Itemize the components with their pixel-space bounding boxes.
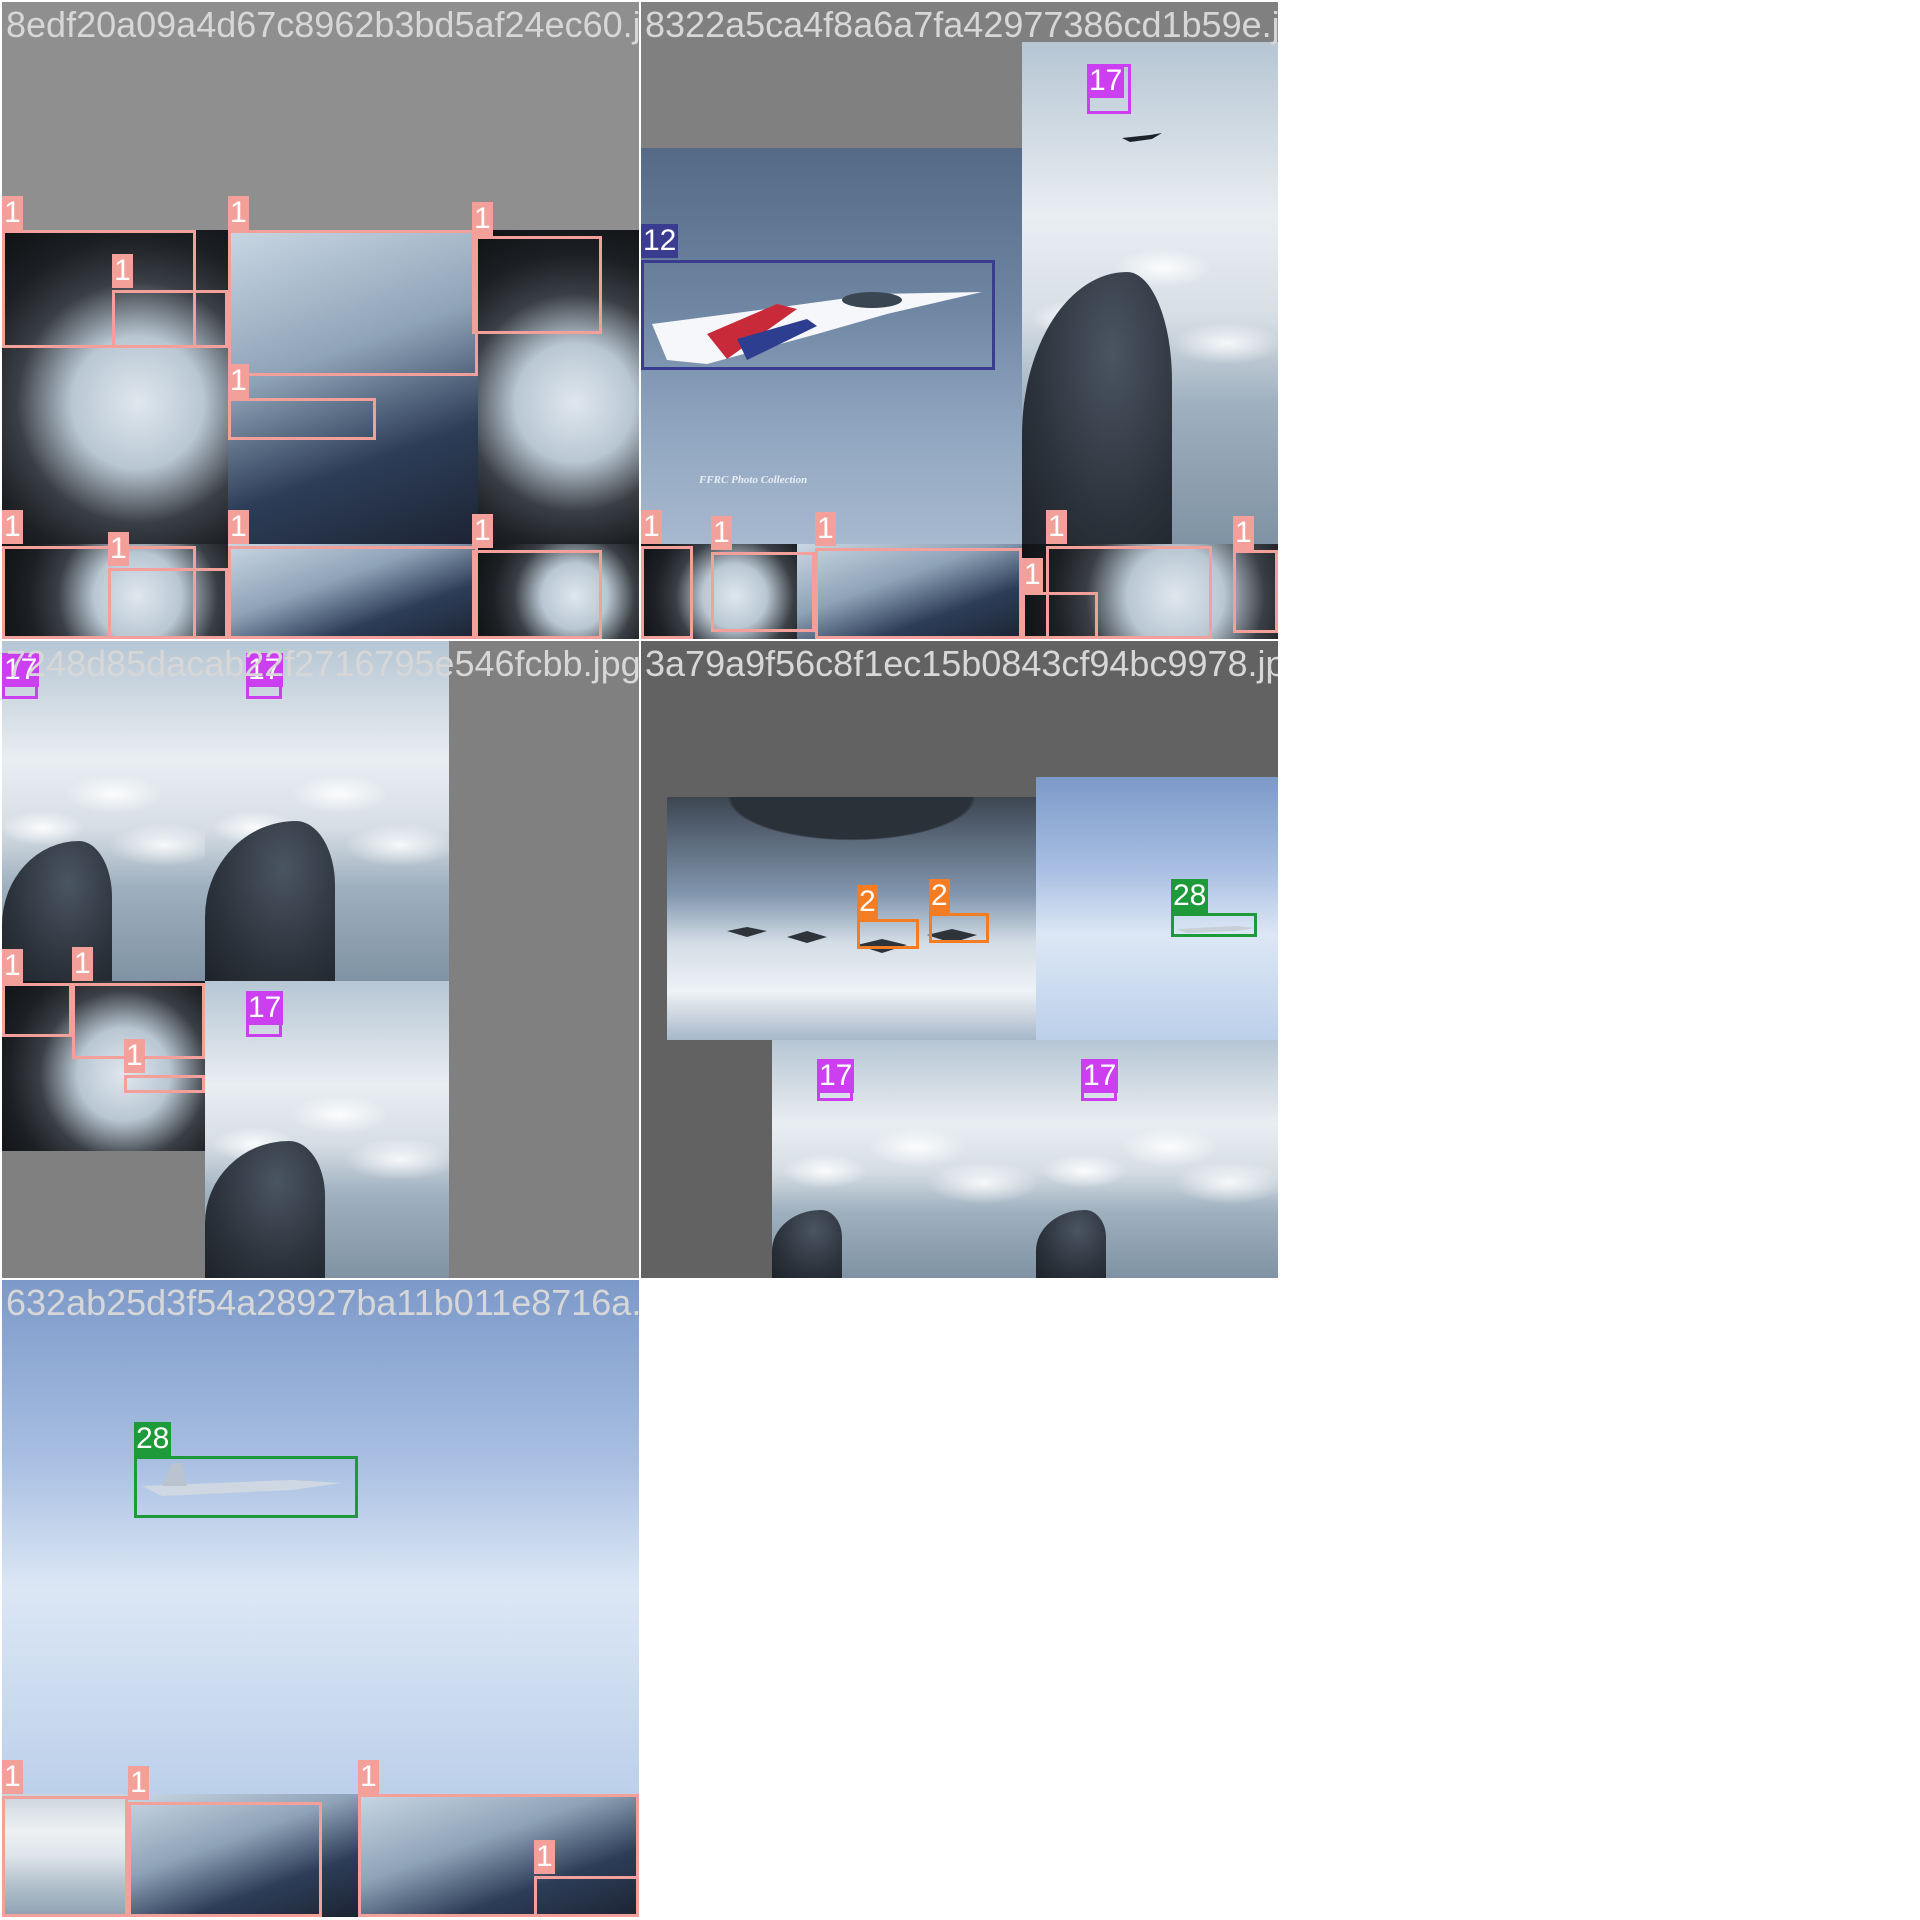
image-clouds-sea (205, 981, 449, 1278)
aircraft-dome (1036, 1210, 1106, 1278)
bbox-class-1 (124, 1075, 205, 1093)
image-clouds-sea (1022, 42, 1278, 544)
bbox-label: 1 (2, 1760, 23, 1794)
bbox-class-1 (711, 552, 815, 632)
bbox-class-2 (929, 913, 989, 943)
bbox-label: 17 (817, 1059, 855, 1093)
bbox-label: 1 (1233, 516, 1254, 550)
bbox-class-28 (134, 1456, 358, 1518)
bbox-class-1 (108, 568, 228, 639)
image-clouds-sea (205, 641, 449, 981)
bbox-class-2 (857, 919, 919, 949)
bbox-label: 1 (108, 532, 129, 566)
bbox-label: 2 (929, 879, 950, 913)
bbox-label: 1 (228, 510, 249, 544)
bbox-class-1 (2, 1796, 128, 1917)
bbox-class-1 (815, 548, 1022, 639)
bbox-label: 1 (2, 949, 23, 983)
bbox-label: 2 (857, 885, 878, 919)
aircraft-dome (205, 821, 335, 981)
bbox-class-1 (112, 290, 228, 348)
bbox-class-1 (1233, 550, 1278, 633)
tile-filename: 3a79a9f56c8f1ec15b0843cf94bc9978.jpg (645, 643, 1278, 684)
bbox-label: 28 (1171, 879, 1209, 913)
image-clouds-sea (1036, 1040, 1278, 1278)
bbox-label: 17 (1087, 64, 1125, 98)
aircraft-dome (205, 1141, 325, 1278)
bbox-label: 1 (1046, 510, 1067, 544)
tile-filename: 8322a5ca4f8a6a7fa42977386cd1b59e.jpg (645, 4, 1278, 45)
bbox-class-1 (641, 546, 693, 639)
image-bomber-sky-large (2, 1280, 639, 1794)
bbox-label: 28 (134, 1422, 172, 1456)
mosaic-tile-4: 632ab25d3f54a28927ba11b011e8716a.jpg 28 … (2, 1280, 639, 1917)
bbox-label: 1 (711, 516, 732, 550)
bbox-class-1 (228, 230, 478, 376)
bbox-label: 1 (2, 196, 23, 230)
bbox-label: 12 (641, 224, 679, 258)
bbox-label: 1 (534, 1840, 555, 1874)
bbox-label: 1 (2, 510, 23, 544)
bbox-class-1 (228, 398, 376, 440)
bbox-label: 17 (1081, 1059, 1119, 1093)
image-clouds-sea (772, 1040, 1036, 1278)
bbox-label: 1 (228, 196, 249, 230)
bbox-label: 1 (1022, 558, 1043, 592)
bbox-class-12 (641, 260, 995, 370)
bbox-class-1 (472, 550, 602, 639)
bbox-label: 1 (641, 510, 662, 544)
bbox-label: 1 (472, 514, 493, 548)
bbox-label: 1 (228, 364, 249, 398)
bbox-class-28 (1171, 913, 1257, 937)
jet-silhouette-icon (1122, 133, 1162, 142)
bbox-label: 1 (815, 512, 836, 546)
bbox-class-1 (128, 1802, 322, 1917)
tile-filename: 8edf20a09a4d67c8962b3bd5af24ec60.jpg (6, 4, 639, 45)
bbox-label: 1 (112, 254, 133, 288)
bbox-label: 17 (246, 991, 284, 1025)
bbox-label: 1 (124, 1039, 145, 1073)
bbox-label: 1 (72, 947, 93, 981)
bbox-label: 1 (472, 202, 493, 236)
image-bomber-sky (1036, 777, 1278, 1040)
bbox-label: 1 (358, 1760, 379, 1794)
bbox-label: 1 (128, 1766, 149, 1800)
bbox-class-1 (2, 983, 72, 1037)
tile-filename: 7248d85dacab22f2716795e546fcbb.jpg (6, 643, 639, 684)
mosaic-tile-1: 8322a5ca4f8a6a7fa42977386cd1b59e.jpg FFR… (641, 2, 1278, 639)
aircraft-dome (772, 1210, 842, 1278)
tile-filename: 632ab25d3f54a28927ba11b011e8716a.jpg (6, 1282, 639, 1323)
mosaic-tile-2: 7248d85dacab22f2716795e546fcbb.jpg 17 17… (2, 641, 639, 1278)
aircraft-dome (1022, 272, 1172, 544)
bbox-class-1 (1022, 592, 1098, 639)
photo-watermark: FFRC Photo Collection (699, 474, 808, 486)
bbox-class-1 (472, 236, 602, 334)
mosaic-tile-0: 8edf20a09a4d67c8962b3bd5af24ec60.jpg 1 1… (2, 2, 639, 639)
bbox-class-1 (228, 546, 478, 639)
bbox-class-1 (534, 1876, 639, 1917)
mosaic-tile-3: 3a79a9f56c8f1ec15b0843cf94bc9978.jpg 2 2… (641, 641, 1278, 1278)
